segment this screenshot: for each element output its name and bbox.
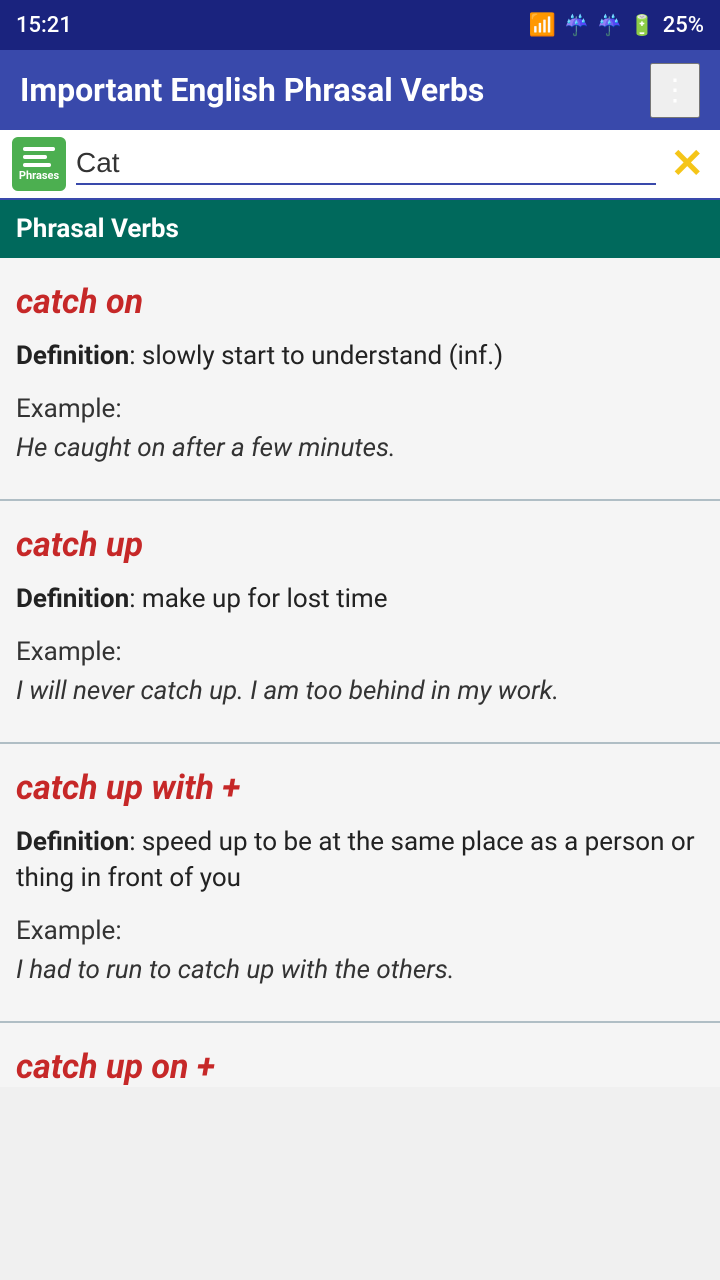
example-label-1: Example: [16, 637, 704, 667]
search-bar: Phrases ✕ [0, 130, 720, 200]
example-label-0: Example: [16, 394, 704, 424]
definition-text-1: : make up for lost time [129, 584, 387, 614]
verb-card-0: catch on Definition: slowly start to und… [0, 258, 720, 501]
section-header: Phrasal Verbs [0, 200, 720, 258]
app-title: Important English Phrasal Verbs [20, 71, 484, 109]
definition-label-1: Definition [16, 584, 129, 614]
example-text-2: I had to run to catch up with the others… [16, 952, 704, 988]
example-text-1: I will never catch up. I am too behind i… [16, 673, 704, 709]
book-label: Phrases [19, 169, 59, 182]
more-options-button[interactable]: ⋮ [650, 63, 700, 118]
signal-icon2: ☔ [597, 13, 622, 37]
partial-verb-title: catch up on + [16, 1047, 704, 1087]
definition-text-0: : slowly start to understand (inf.) [129, 341, 503, 371]
verb-title-0: catch on [16, 282, 704, 322]
verb-title-1: catch up [16, 525, 704, 565]
app-logo: Phrases [12, 137, 66, 191]
verb-definition-2: Definition: speed up to be at the same p… [16, 824, 704, 897]
partial-verb-card: catch up on + [0, 1023, 720, 1087]
example-text-0: He caught on after a few minutes. [16, 430, 704, 466]
status-bar: 15:21 📶 ☔ ☔ 🔋 25% [0, 0, 720, 50]
wifi-icon: 📶 [529, 13, 556, 38]
battery-icon: 🔋 [630, 13, 655, 37]
battery-percent: 25% [663, 13, 704, 38]
verb-definition-1: Definition: make up for lost time [16, 581, 704, 617]
definition-label-2: Definition [16, 827, 129, 857]
section-header-label: Phrasal Verbs [16, 214, 179, 244]
verb-definition-0: Definition: slowly start to understand (… [16, 338, 704, 374]
search-input-wrap [76, 143, 656, 185]
verb-card-2: catch up with + Definition: speed up to … [0, 744, 720, 1023]
app-bar: Important English Phrasal Verbs ⋮ [0, 50, 720, 130]
status-time: 15:21 [16, 13, 72, 38]
status-right-icons: 📶 ☔ ☔ 🔋 25% [529, 13, 704, 38]
signal-icon1: ☔ [564, 13, 589, 37]
clear-button[interactable]: ✕ [666, 137, 708, 191]
definition-label-0: Definition [16, 341, 129, 371]
search-input[interactable] [76, 143, 656, 183]
verb-card-1: catch up Definition: make up for lost ti… [0, 501, 720, 744]
verb-title-2: catch up with + [16, 768, 704, 808]
example-label-2: Example: [16, 916, 704, 946]
